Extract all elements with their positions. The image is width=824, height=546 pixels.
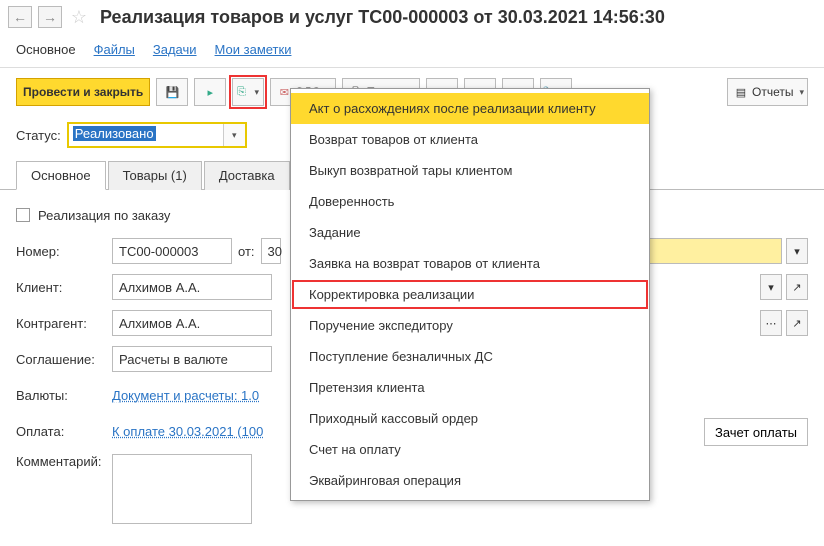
currency-label: Валюты: [16,388,112,403]
client-input[interactable]: Алхимов А.А. [112,274,272,300]
favorite-star-icon[interactable]: ☆ [68,6,90,28]
menu-item[interactable]: Поступление безналичных ДС [291,341,649,372]
nav-forward-button[interactable]: → [38,6,62,28]
client-rhs-dd[interactable]: ▾ [760,274,782,300]
nav-back-button[interactable]: ← [8,6,32,28]
status-label: Статус: [16,128,61,143]
status-value: Реализовано [73,126,156,141]
by-order-checkbox[interactable] [16,208,30,222]
chevron-down-icon: ▾ [255,87,260,98]
date-from-label: от: [238,244,255,259]
status-dropdown[interactable]: ▾ [223,124,245,146]
date-input[interactable]: 30 [261,238,281,264]
create-based-on-button[interactable]: ⎘▾ [232,78,264,106]
tab-main[interactable]: Основное [16,161,106,190]
navtab-notes[interactable]: Мои заметки [215,42,292,57]
create-based-on-icon: ⎘ [235,85,249,99]
page-title: Реализация товаров и услуг ТС00-000003 о… [100,7,665,28]
counterparty-label: Контрагент: [16,316,112,331]
tab-goods[interactable]: Товары (1) [108,161,202,190]
agreement-input[interactable]: Расчеты в валюте [112,346,272,372]
menu-item[interactable]: Задание [291,217,649,248]
payment-link[interactable]: К оплате 30.03.2021 (100 [112,424,263,439]
rhs-field-dd[interactable]: ▾ [786,238,808,264]
number-label: Номер: [16,244,112,259]
navtab-files[interactable]: Файлы [94,42,135,57]
save-icon: 💾 [165,85,179,99]
payment-label: Оплата: [16,424,112,439]
navtab-tasks[interactable]: Задачи [153,42,197,57]
client-rhs-open[interactable]: ↗ [786,274,808,300]
counterparty-input[interactable]: Алхимов А.А. [112,310,272,336]
menu-item[interactable]: Доверенность [291,186,649,217]
create-based-on-menu: Акт о расхождениях после реализации клие… [290,88,650,501]
navtab-main[interactable]: Основное [16,42,76,57]
client-label: Клиент: [16,280,112,295]
menu-item[interactable]: Возврат товаров от клиента [291,124,649,155]
payment-offset-button[interactable]: Зачет оплаты [704,418,808,446]
agreement-label: Соглашение: [16,352,112,367]
menu-item-correction[interactable]: Корректировка реализации [291,279,649,310]
report-icon: ▤ [734,85,748,99]
post-icon: ▸ [203,85,217,99]
menu-item[interactable]: Выкуп возвратной тары клиентом [291,155,649,186]
counterparty-rhs-dots[interactable]: ⋯ [760,310,782,336]
post-button[interactable]: ▸ [194,78,226,106]
reports-button[interactable]: ▤Отчеты▾ [727,78,808,106]
status-field[interactable]: Реализовано ▾ [67,122,247,148]
counterparty-rhs-open[interactable]: ↗ [786,310,808,336]
post-and-close-button[interactable]: Провести и закрыть [16,78,150,106]
menu-item[interactable]: Поручение экспедитору [291,310,649,341]
menu-item[interactable]: Акт о расхождениях после реализации клие… [291,93,649,124]
comment-label: Комментарий: [16,454,112,469]
menu-item[interactable]: Заявка на возврат товаров от клиента [291,248,649,279]
menu-item[interactable]: Счет на оплату [291,434,649,465]
currency-link[interactable]: Документ и расчеты: 1.0 [112,388,259,403]
save-button[interactable]: 💾 [156,78,188,106]
comment-textarea[interactable] [112,454,252,524]
menu-item[interactable]: Претензия клиента [291,372,649,403]
menu-item[interactable]: Эквайринговая операция [291,465,649,496]
tab-delivery[interactable]: Доставка [204,161,290,190]
number-input[interactable]: ТС00-000003 [112,238,232,264]
menu-item[interactable]: Приходный кассовый ордер [291,403,649,434]
